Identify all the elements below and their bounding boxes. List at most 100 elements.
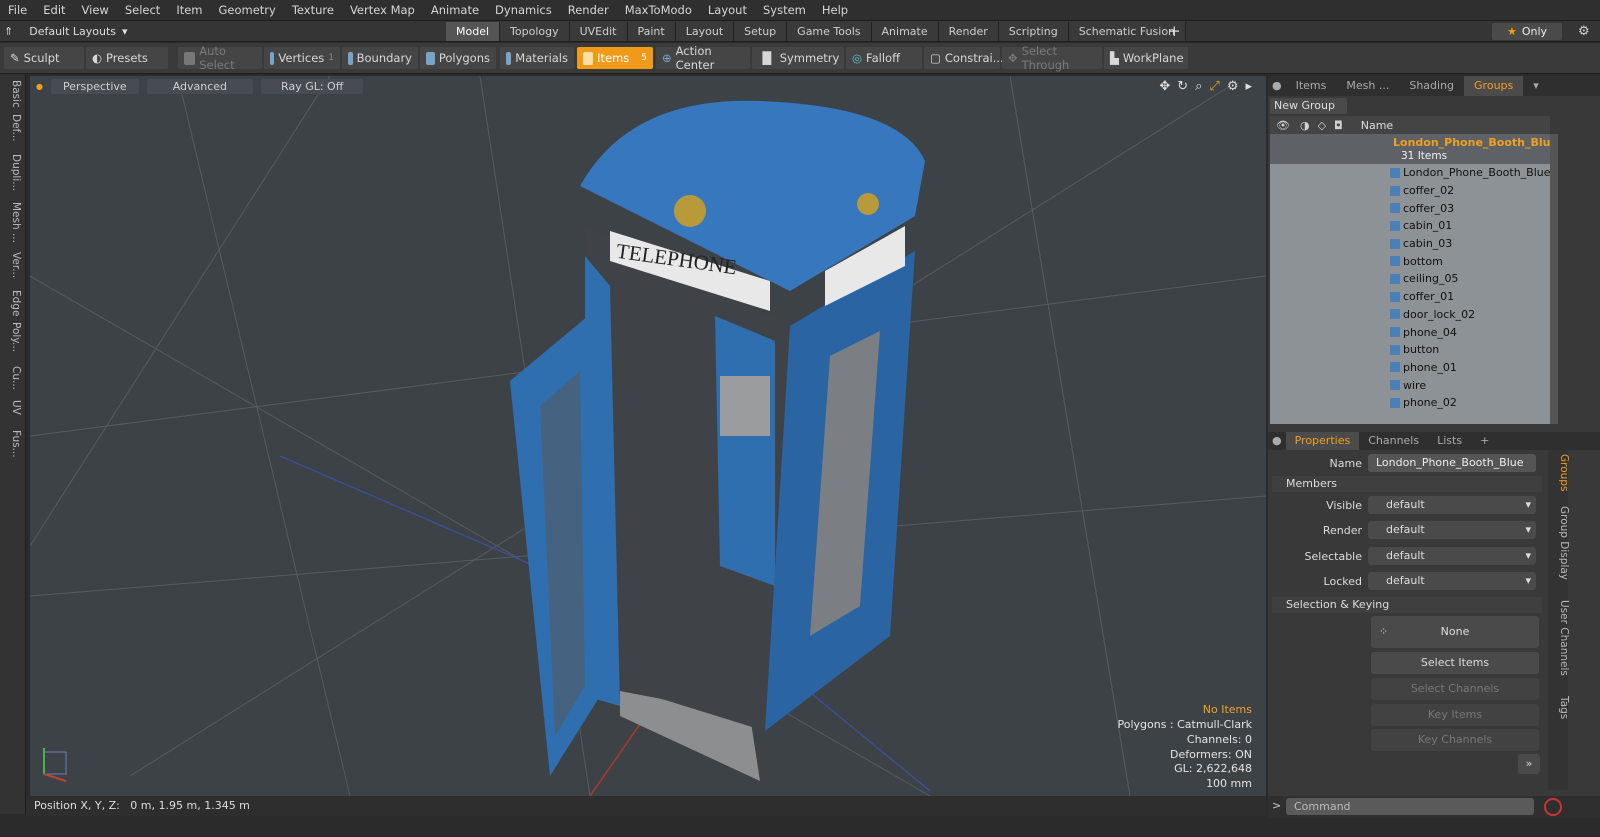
side-tab-user-channels[interactable]: User Channels [1552, 600, 1570, 676]
polygons-button[interactable]: Polygons [420, 47, 496, 69]
menu-view[interactable]: View [74, 3, 117, 17]
select-through-button[interactable]: ✥ Select Through [1002, 44, 1102, 72]
list-item[interactable]: cabin_03 [1270, 235, 1550, 253]
members-section[interactable]: Members [1272, 476, 1542, 492]
list-item[interactable]: coffer_01 [1270, 288, 1550, 306]
3d-viewport[interactable]: TELEPHONE ● Perspective Advanced Ray GL:… [30, 76, 1266, 796]
menu-file[interactable]: File [0, 3, 35, 17]
new-group-button[interactable]: New Group [1270, 98, 1347, 114]
menu-render[interactable]: Render [560, 3, 617, 17]
auto-select-button[interactable]: Auto Select [178, 44, 262, 72]
zoom-icon[interactable]: ⌕ [1195, 79, 1202, 94]
left-tab-basic[interactable]: Basic [4, 80, 22, 108]
side-tab-tags[interactable]: Tags [1552, 696, 1570, 719]
left-tab-fusion[interactable]: Fus... [4, 430, 22, 458]
selectable-select[interactable]: default [1368, 547, 1536, 565]
record-icon[interactable] [1544, 798, 1562, 816]
group-row-london-phone-booth[interactable]: London_Phone_Booth_Blu... 31 Items [1270, 134, 1550, 164]
fit-icon[interactable]: ⤢ [1209, 79, 1219, 94]
left-tab-vertex[interactable]: Ver... [4, 252, 22, 278]
name-field[interactable]: London_Phone_Booth_Blue (2) [1368, 454, 1536, 487]
presets-button[interactable]: ◐ Presets [86, 47, 168, 69]
expand-more-icon[interactable]: » [1518, 754, 1540, 774]
tab-model[interactable]: Model [446, 22, 501, 41]
list-item[interactable]: bottom [1270, 252, 1550, 270]
tab-properties[interactable]: Properties [1285, 432, 1360, 450]
viewport-menu-icon[interactable]: ● [36, 82, 43, 91]
workplane-button[interactable]: ▙ WorkPlane [1104, 47, 1188, 69]
menu-item[interactable]: Item [168, 3, 210, 17]
visible-select[interactable]: default [1368, 496, 1536, 514]
menu-layout[interactable]: Layout [700, 3, 755, 17]
tab-shading[interactable]: Shading [1399, 76, 1464, 96]
list-item[interactable]: ceiling_05 [1270, 270, 1550, 288]
add-tab-icon[interactable]: + [1168, 22, 1181, 40]
key-channels-button[interactable]: Key Channels [1371, 729, 1539, 751]
tab-mesh[interactable]: Mesh ... [1336, 76, 1399, 96]
select-channels-button[interactable]: Select Channels [1371, 678, 1539, 700]
list-item[interactable]: coffer_03 [1270, 199, 1550, 217]
locked-select[interactable]: default [1368, 572, 1536, 590]
list-item[interactable]: phone_04 [1270, 323, 1550, 341]
list-item[interactable]: door_lock_02 [1270, 306, 1550, 324]
left-tab-deform[interactable]: Def... [4, 114, 22, 142]
left-tab-curve[interactable]: Cu... [4, 366, 22, 390]
menu-vertex-map[interactable]: Vertex Map [342, 3, 423, 17]
menu-edit[interactable]: Edit [35, 3, 73, 17]
materials-button[interactable]: Materials [500, 47, 574, 69]
menu-system[interactable]: System [755, 3, 814, 17]
list-item[interactable]: London_Phone_Booth_Blue [1270, 164, 1550, 182]
lock-icon[interactable]: ◘ [1334, 119, 1343, 132]
layout-select[interactable]: ⇑ Default Layouts ▾ [4, 23, 128, 40]
tab-render[interactable]: Render [938, 22, 999, 41]
items-button[interactable]: Items 5 [577, 47, 653, 69]
list-item[interactable]: button [1270, 341, 1550, 359]
list-item[interactable]: cabin_01 [1270, 217, 1550, 235]
left-tab-uv[interactable]: UV [4, 400, 22, 415]
viewport-shading-advanced[interactable]: Advanced [146, 78, 254, 94]
side-tab-group-display[interactable]: Group Display [1552, 506, 1570, 580]
side-tab-groups[interactable]: Groups [1552, 454, 1570, 491]
symmetry-button[interactable]: ▐▌ Symmetry [752, 47, 844, 69]
phone-booth-model[interactable]: TELEPHONE [510, 100, 925, 781]
tab-setup[interactable]: Setup [734, 22, 788, 41]
tab-game-tools[interactable]: Game Tools [787, 22, 872, 41]
gear-icon[interactable]: ⚙ [1578, 24, 1590, 39]
command-input[interactable]: Command [1286, 798, 1534, 815]
viewport-view-perspective[interactable]: Perspective [50, 78, 139, 94]
key-items-button[interactable]: Key Items [1371, 704, 1539, 726]
viewport-settings-icon[interactable]: ⚙ [1227, 79, 1239, 94]
menu-maxtomodo[interactable]: MaxToModo [617, 3, 700, 17]
list-item[interactable]: phone_02 [1270, 394, 1550, 412]
selection-keying-section[interactable]: Selection & Keying [1272, 597, 1542, 613]
menu-dynamics[interactable]: Dynamics [487, 3, 560, 17]
expand-arrow-icon[interactable]: ▸ [1245, 79, 1252, 94]
tab-channels[interactable]: Channels [1359, 432, 1428, 450]
select-items-button[interactable]: Select Items [1371, 652, 1539, 674]
tab-scripting[interactable]: Scripting [998, 22, 1069, 41]
panel-menu-icon[interactable]: ● [1268, 76, 1286, 96]
menu-animate[interactable]: Animate [423, 3, 487, 17]
menu-help[interactable]: Help [814, 3, 856, 17]
list-item[interactable]: phone_01 [1270, 359, 1550, 377]
tab-items[interactable]: Items [1286, 76, 1337, 96]
vertices-button[interactable]: Vertices 1 [264, 47, 340, 69]
select-icon[interactable]: ◇ [1318, 119, 1326, 132]
visibility-eye-icon[interactable]: 👁 [1276, 119, 1290, 132]
constraints-button[interactable]: ▢ Constrai... [924, 47, 1004, 69]
tab-animate[interactable]: Animate [871, 22, 939, 41]
left-tab-duplicate[interactable]: Dupli... [4, 154, 22, 191]
list-item[interactable]: coffer_02 [1270, 182, 1550, 200]
sculpt-button[interactable]: ✎ Sculpt [4, 47, 84, 69]
tab-groups[interactable]: Groups [1464, 76, 1524, 96]
tab-topology[interactable]: Topology [500, 22, 570, 41]
none-button[interactable]: ⁘ None [1371, 616, 1539, 648]
add-props-tab-icon[interactable]: + [1471, 432, 1498, 450]
only-toggle[interactable]: ★ Only [1492, 23, 1562, 40]
menu-texture[interactable]: Texture [284, 3, 342, 17]
boundary-button[interactable]: Boundary [342, 47, 418, 69]
rotate-icon[interactable]: ↻ [1177, 79, 1188, 94]
left-tab-mesh[interactable]: Mesh ... [4, 202, 22, 243]
render-icon[interactable]: ◑ [1300, 119, 1310, 132]
falloff-button[interactable]: ◎ Falloff [846, 47, 922, 69]
